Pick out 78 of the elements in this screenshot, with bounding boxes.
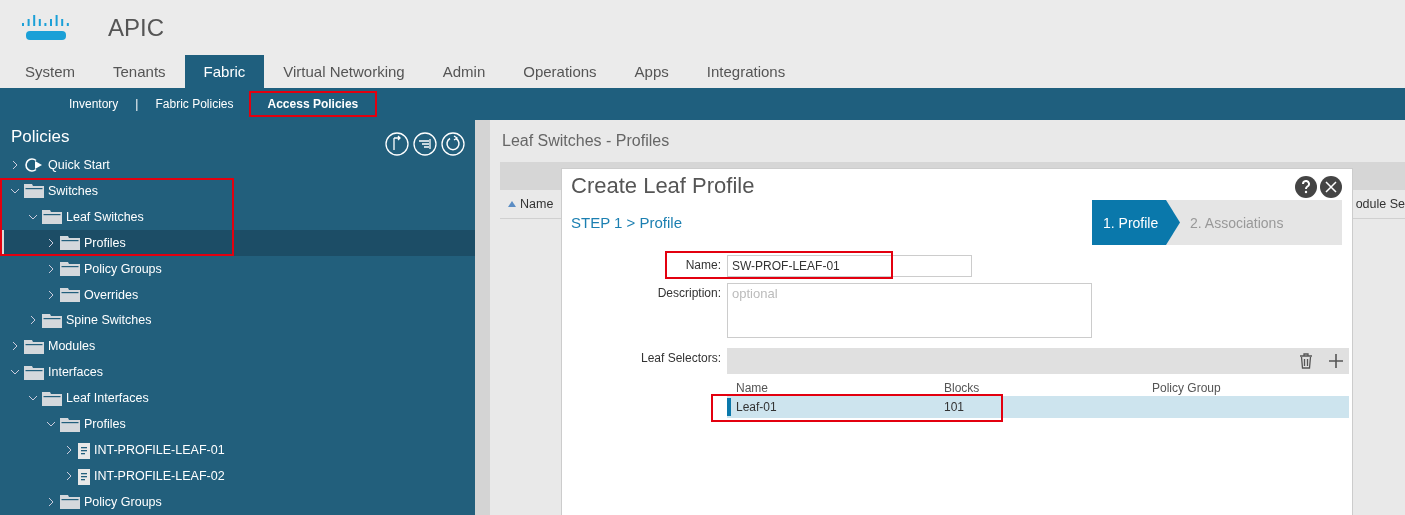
chevron-right-icon[interactable] bbox=[10, 159, 20, 170]
wizard-step[interactable]: 1. Profile bbox=[1092, 200, 1180, 245]
document-icon bbox=[78, 467, 90, 485]
logo-icon bbox=[20, 13, 72, 42]
help-button[interactable] bbox=[1295, 176, 1317, 198]
column-header[interactable]: odule Se bbox=[1355, 197, 1405, 211]
folder-icon bbox=[24, 338, 44, 354]
refresh-icon[interactable] bbox=[441, 132, 465, 156]
column-header[interactable]: Policy Group bbox=[1152, 381, 1349, 395]
add-icon[interactable] bbox=[1329, 354, 1343, 368]
field-label: Name: bbox=[684, 257, 721, 274]
folder-icon bbox=[24, 364, 44, 380]
chevron-right-icon[interactable] bbox=[64, 445, 74, 456]
chevron-right-icon[interactable] bbox=[10, 341, 20, 352]
column-header[interactable]: Name bbox=[736, 381, 944, 395]
tree-item[interactable]: Interfaces bbox=[48, 365, 103, 380]
tree-item[interactable]: Quick Start bbox=[48, 157, 110, 172]
tree-item[interactable]: INT-PROFILE-LEAF-02 bbox=[94, 469, 225, 483]
sidebar-title: Policies bbox=[11, 127, 70, 147]
field-label: Leaf Selectors: bbox=[639, 350, 721, 367]
table-cell-text: Leaf-01 bbox=[736, 400, 778, 414]
folder-icon bbox=[42, 313, 62, 328]
folder-icon bbox=[60, 261, 80, 277]
tree-item[interactable]: Profiles bbox=[84, 417, 126, 432]
question-mark-icon bbox=[1301, 180, 1311, 194]
description-field[interactable]: optional bbox=[727, 283, 1092, 338]
page-title: Leaf Switches - Profiles bbox=[501, 131, 671, 151]
nav-tab[interactable]: Operations bbox=[504, 55, 616, 88]
chevron-right-icon[interactable] bbox=[28, 315, 38, 326]
table-cell-text: 101 bbox=[944, 400, 966, 414]
nav-tab[interactable]: Tenants bbox=[94, 55, 185, 88]
dialog-title: Create Leaf Profile bbox=[571, 173, 755, 199]
name-field[interactable]: SW-PROF-LEAF-01 bbox=[727, 255, 972, 277]
column-header[interactable]: Blocks bbox=[944, 381, 1152, 395]
nav-tab[interactable]: Fabric bbox=[184, 55, 265, 88]
tree-item[interactable]: Policy Groups bbox=[84, 261, 162, 276]
chevron-right-icon[interactable] bbox=[46, 289, 56, 300]
nav-tab[interactable]: Admin bbox=[423, 55, 505, 88]
tree-item[interactable]: Modules bbox=[48, 339, 96, 354]
close-button[interactable] bbox=[1320, 176, 1342, 198]
tree-item[interactable]: Leaf Interfaces bbox=[66, 391, 149, 406]
collapse-icon[interactable] bbox=[385, 132, 409, 156]
folder-icon bbox=[60, 494, 80, 510]
tree-item[interactable]: Policy Groups bbox=[84, 494, 162, 509]
chevron-right-icon[interactable] bbox=[64, 471, 74, 481]
subnav-link[interactable]: Inventory bbox=[52, 93, 136, 115]
tree-item[interactable]: Profiles bbox=[84, 235, 126, 250]
column-header[interactable]: Name bbox=[500, 197, 554, 211]
folder-icon bbox=[60, 287, 80, 303]
chevron-right-icon[interactable] bbox=[46, 496, 56, 507]
separator: | bbox=[135, 97, 139, 111]
subnav-link[interactable]: Fabric Policies bbox=[138, 93, 251, 115]
tree-item[interactable]: INT-PROFILE-LEAF-01 bbox=[94, 443, 225, 458]
chevron-right-icon[interactable] bbox=[46, 237, 56, 248]
subnav-link[interactable]: Access Policies bbox=[250, 93, 376, 115]
sort-up-icon bbox=[508, 201, 516, 207]
folder-icon bbox=[24, 183, 44, 199]
folder-icon bbox=[60, 235, 80, 251]
step-label: STEP 1 > Profile bbox=[571, 214, 683, 231]
nav-tab[interactable]: Integrations bbox=[687, 55, 805, 88]
list-icon[interactable] bbox=[413, 132, 437, 156]
tree-item[interactable]: Spine Switches bbox=[66, 313, 152, 328]
folder-icon bbox=[42, 390, 62, 406]
play-circle-icon bbox=[24, 156, 44, 173]
tree-item[interactable]: Switches bbox=[48, 183, 99, 198]
nav-tab[interactable]: System bbox=[6, 55, 94, 88]
folder-icon bbox=[60, 416, 80, 432]
folder-icon bbox=[42, 209, 62, 225]
field-label: Description: bbox=[656, 285, 721, 302]
chevron-right-icon[interactable] bbox=[46, 263, 56, 274]
nav-tab[interactable]: Virtual Networking bbox=[264, 55, 424, 88]
tree-item[interactable]: Overrides bbox=[84, 287, 139, 302]
app-title: APIC bbox=[108, 13, 164, 42]
document-icon bbox=[78, 441, 90, 459]
close-icon bbox=[1325, 181, 1337, 193]
nav-tab[interactable]: Apps bbox=[615, 55, 688, 88]
delete-icon[interactable] bbox=[1299, 353, 1313, 369]
tree-item[interactable]: Leaf Switches bbox=[66, 209, 144, 224]
